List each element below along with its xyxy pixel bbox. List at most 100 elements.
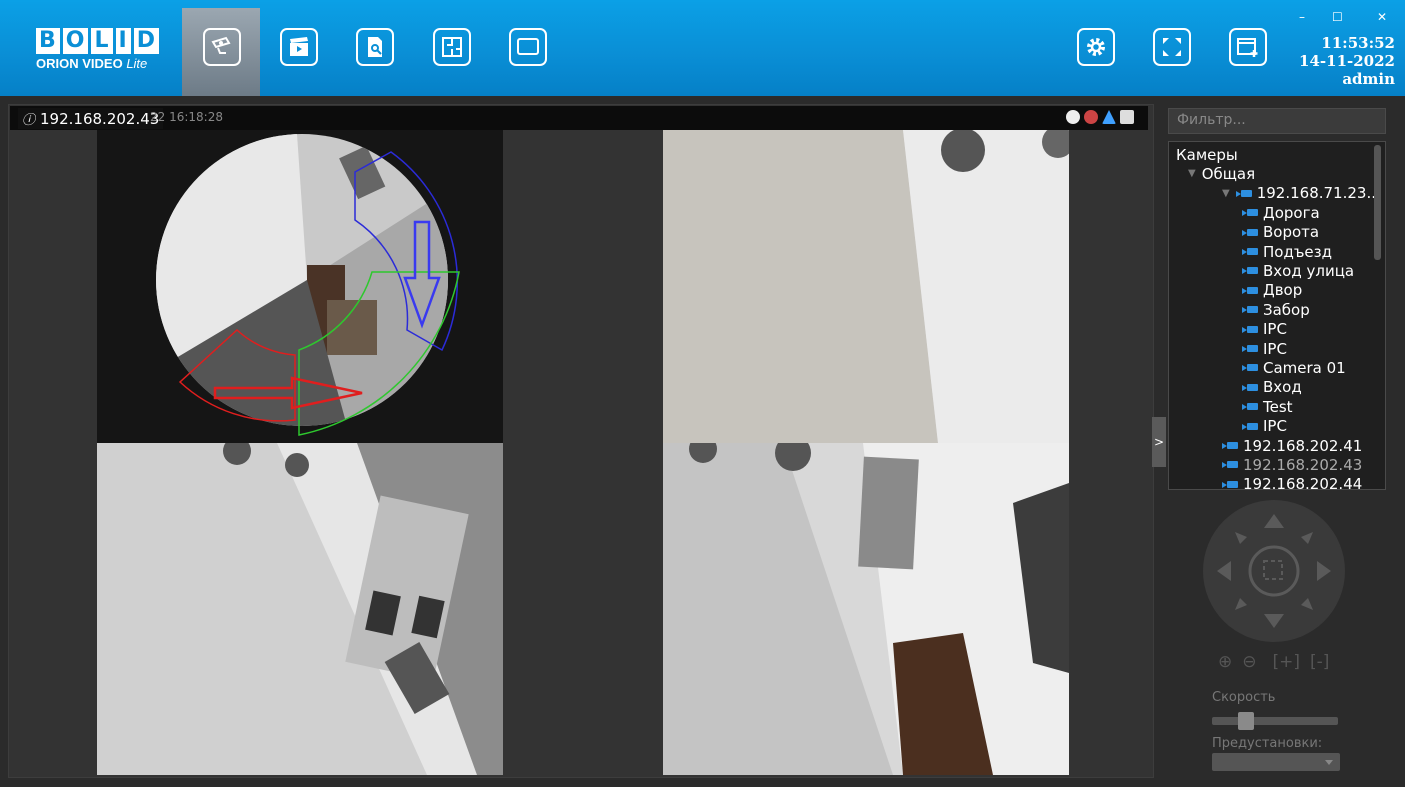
tree-item-label: Test (1263, 397, 1293, 416)
camera-icon (1242, 344, 1258, 353)
tree-item-label: Камеры (1176, 145, 1238, 164)
focus-out-icon[interactable]: [-] (1310, 652, 1329, 672)
speed-label: Скорость (1212, 690, 1276, 705)
camera-filter-input[interactable]: Фильтр... (1168, 108, 1386, 134)
logo-letter: B (36, 28, 60, 54)
tree-item-label: 192.168.202.41 (1243, 436, 1363, 455)
snapshot-icon[interactable] (1120, 110, 1134, 124)
camera-name-label: ⓘ 192.168.202.43 (18, 108, 164, 129)
tree-item-camera[interactable]: Test (1242, 397, 1293, 416)
video-tile-fisheye[interactable] (97, 130, 503, 443)
maximize-button[interactable]: ☐ (1332, 10, 1343, 24)
tree-item-label: IPC (1263, 339, 1287, 358)
alarm-icon[interactable] (1102, 110, 1116, 124)
zoom-in-icon[interactable]: ⊕ (1218, 652, 1232, 672)
nav-view-button[interactable] (509, 28, 547, 66)
nav-maps-button[interactable] (433, 28, 471, 66)
camera-icon (1242, 383, 1258, 392)
zoom-icon[interactable] (1066, 110, 1080, 124)
gear-icon (1087, 38, 1105, 56)
logo-letter: I (115, 28, 131, 54)
tree-item[interactable]: 192.168.202.44 (1222, 475, 1362, 494)
tree-item-label: IPC (1263, 320, 1287, 339)
camera-icon (1242, 363, 1258, 372)
tree-item[interactable]: ▼ 192.168.71.23... (1222, 184, 1381, 203)
clapperboard-icon (290, 37, 308, 56)
panel-toggle-button[interactable]: > (1152, 417, 1166, 467)
tree-item-camera[interactable]: Вход улица (1242, 261, 1354, 280)
tree-item-label: Дорога (1263, 203, 1320, 222)
video-tile-3[interactable] (97, 443, 503, 775)
add-window-icon (1237, 38, 1258, 57)
tree-item-camera[interactable]: Двор (1242, 281, 1302, 300)
tree-item-label: Ворота (1263, 223, 1320, 242)
tree-item-camera[interactable]: Подъезд (1242, 242, 1332, 261)
camera-icon (1222, 441, 1238, 450)
tree-scrollbar[interactable] (1374, 145, 1381, 260)
camera-icon (1242, 286, 1258, 295)
logo-letter: L (91, 28, 113, 54)
tree-item[interactable]: 192.168.202.43 (1222, 455, 1362, 474)
logo-letter: D (133, 28, 159, 54)
tree-item-camera[interactable]: Ворота (1242, 223, 1319, 242)
video-timestamp: 22 16:18:28 (150, 110, 223, 124)
camera-icon (1242, 402, 1258, 411)
clock-time: 11:53:52 (1321, 34, 1395, 52)
nav-cameras-button[interactable] (203, 28, 241, 66)
tree-item-camera[interactable]: IPC (1242, 320, 1287, 339)
camera-icon (1235, 189, 1252, 198)
tree-item-label: 192.168.202.44 (1243, 475, 1363, 494)
camera-icon (1222, 460, 1238, 469)
tree-item-camera[interactable]: Camera 01 (1242, 358, 1346, 377)
current-user: admin (1342, 70, 1395, 88)
ptz-zoom-controls: ⊕ ⊖ [+] [-] (1218, 652, 1329, 672)
tree-item-camera[interactable]: Дорога (1242, 203, 1320, 222)
camera-icon (1242, 247, 1258, 256)
camera-icon (211, 36, 231, 54)
tree-item-label: Забор (1263, 300, 1310, 319)
clock: 11:53:52 14-11-2022 admin (1299, 34, 1395, 88)
presets-select[interactable] (1212, 753, 1340, 771)
tree-item-camera[interactable]: Забор (1242, 300, 1310, 319)
camera-icon (1242, 266, 1258, 275)
bolid-logo: BOLID ORION VIDEO Lite (36, 28, 159, 76)
minimize-button[interactable]: – (1299, 10, 1305, 24)
tree-item-camera[interactable]: IPC (1242, 417, 1287, 436)
video-tile-2[interactable] (663, 130, 1069, 443)
expand-arrow-icon[interactable]: ▼ (1222, 188, 1230, 199)
tree-item[interactable]: ▼ Общая (1188, 164, 1255, 183)
record-icon[interactable] (1084, 110, 1098, 124)
nav-archive-button[interactable] (280, 28, 318, 66)
tree-item[interactable]: 192.168.202.41 (1222, 436, 1362, 455)
camera-icon (1242, 422, 1258, 431)
tree-item-camera[interactable]: Вход (1242, 378, 1302, 397)
camera-icon (1242, 305, 1258, 314)
tree-item-label: Вход (1263, 378, 1302, 397)
close-button[interactable]: ✕ (1377, 10, 1387, 24)
expand-arrow-icon[interactable]: ▼ (1188, 168, 1196, 179)
tree-root[interactable]: Камеры (1176, 145, 1238, 164)
logo-letter: O (62, 28, 89, 54)
tree-item-label: 192.168.202.43 (1243, 455, 1363, 474)
camera-icon (1222, 480, 1238, 489)
info-icon[interactable]: ⓘ (22, 113, 35, 128)
settings-button[interactable] (1077, 28, 1115, 66)
presets-label: Предустановки: (1212, 736, 1323, 751)
document-search-icon (368, 37, 382, 57)
clock-date: 14-11-2022 (1299, 52, 1395, 70)
video-overlay-icons (1066, 110, 1134, 124)
tree-item-label: 192.168.71.23... (1256, 184, 1381, 203)
zoom-out-icon[interactable]: ⊖ (1242, 652, 1256, 672)
new-window-button[interactable] (1229, 28, 1267, 66)
speed-slider[interactable] (1212, 717, 1338, 725)
speed-slider-thumb[interactable] (1238, 712, 1254, 730)
ptz-joystick[interactable] (1203, 500, 1345, 642)
focus-in-icon[interactable]: [+] (1273, 652, 1301, 672)
nav-reports-button[interactable] (356, 28, 394, 66)
tree-item-camera[interactable]: IPC (1242, 339, 1287, 358)
video-tile-4[interactable] (663, 443, 1069, 775)
monitor-icon (517, 38, 539, 55)
camera-icon (1242, 228, 1258, 237)
tree-item-label: IPC (1263, 417, 1287, 436)
fullscreen-button[interactable] (1153, 28, 1191, 66)
